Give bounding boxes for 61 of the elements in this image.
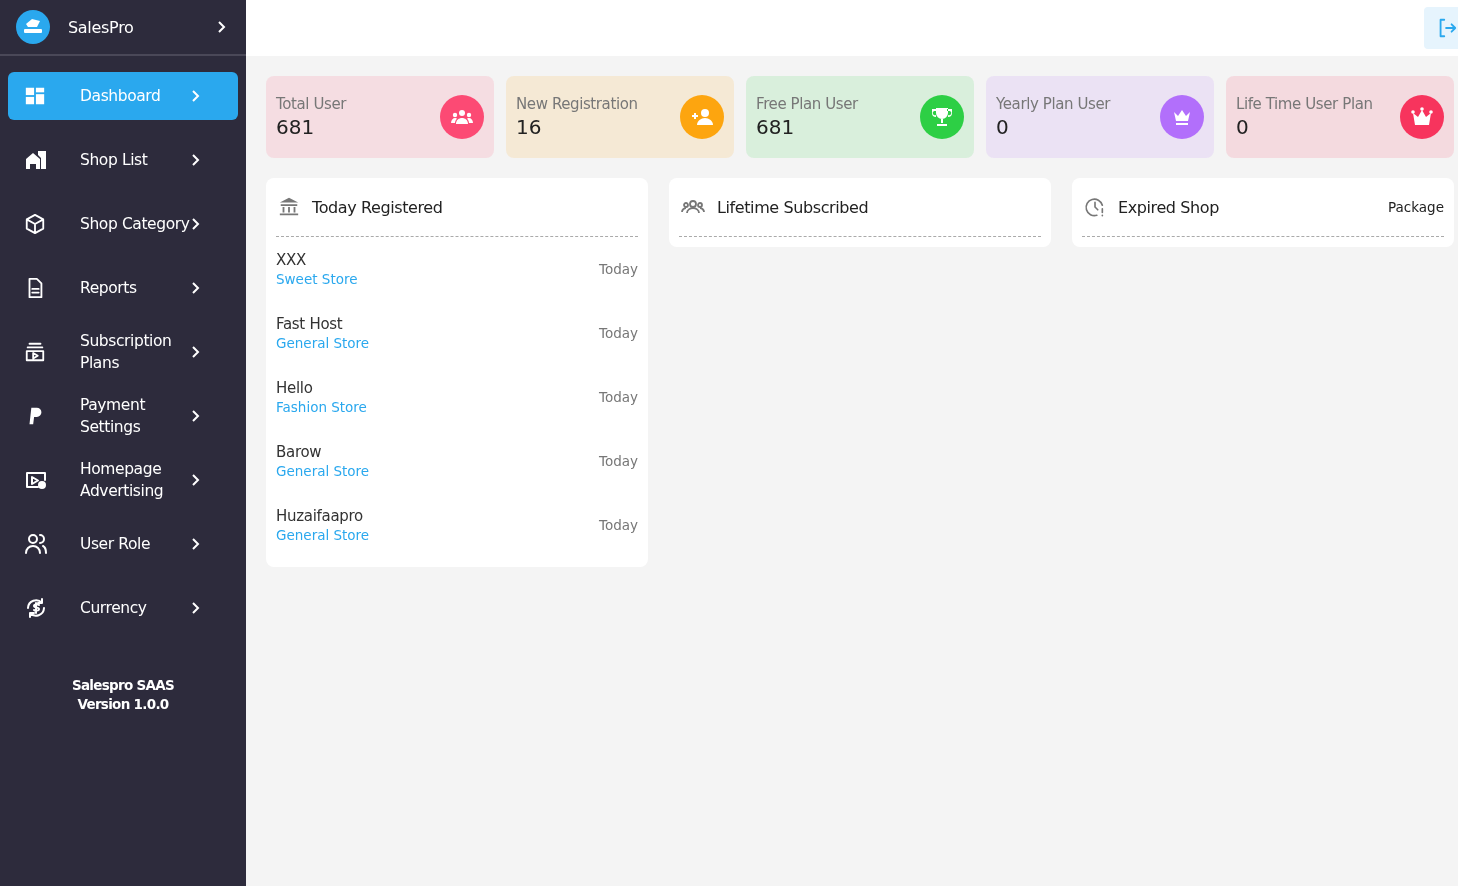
stat-label: New Registration <box>516 95 639 113</box>
shop-name: Huzaifaapro <box>276 507 364 525</box>
chevron-icon <box>190 473 200 487</box>
stat-value: 16 <box>516 115 543 139</box>
panel-title: Today Registered <box>312 197 444 217</box>
trophy-icon <box>930 105 954 129</box>
nav-item[interactable]: Homepage Advertising <box>8 456 238 504</box>
nav-item[interactable]: Payment Settings <box>8 392 238 440</box>
users-icon <box>24 532 48 556</box>
nav-item[interactable]: Currency <box>8 584 238 632</box>
chevron-icon <box>216 20 226 34</box>
dashboard-icon <box>24 85 46 107</box>
nav-item[interactable]: Shop Category <box>8 200 238 248</box>
shop-category: General Store <box>276 335 370 351</box>
shop-name: Hello <box>276 379 314 397</box>
currency-exchange-icon <box>24 596 48 620</box>
bank-icon <box>278 196 300 218</box>
chevron-icon <box>190 153 200 167</box>
chevron-icon <box>190 601 200 615</box>
nav-item[interactable]: Shop List <box>8 136 238 184</box>
brand-name: SalesPro <box>68 17 135 37</box>
shop-name: Fast Host <box>276 315 344 333</box>
panel-title: Lifetime Subscribed <box>717 197 870 217</box>
shop-category: General Store <box>276 527 370 543</box>
house-icon <box>24 148 48 172</box>
nav-item[interactable]: User Role <box>8 520 238 568</box>
chevron-icon <box>190 281 200 295</box>
stat-label: Free Plan User <box>756 95 860 113</box>
column-label: Package <box>1388 199 1444 215</box>
registered-date: Today <box>598 453 638 469</box>
stat-label: Yearly Plan User <box>996 95 1112 113</box>
logo-icon <box>16 10 50 44</box>
version-text: Version 1.0.0 <box>76 695 170 714</box>
chevron-icon <box>190 345 200 359</box>
shop-category: Sweet Store <box>276 271 358 287</box>
subscription-icon <box>24 341 46 363</box>
stat-value: 681 <box>276 115 316 139</box>
chevron-icon <box>190 409 200 423</box>
chevron-icon <box>190 89 200 103</box>
registered-date: Today <box>598 389 638 405</box>
shop-name: XXX <box>276 251 307 269</box>
registered-date: Today <box>598 517 638 533</box>
shop-name: Barow <box>276 443 323 461</box>
stat-label: Life Time User Plan <box>1236 95 1374 113</box>
logout-button[interactable] <box>1424 7 1458 49</box>
shop-category: General Store <box>276 463 370 479</box>
chevron-icon <box>190 537 200 551</box>
nav-item[interactable]: Reports <box>8 264 238 312</box>
stat-label: Total User <box>276 95 348 113</box>
product-name: Salespro SAAS <box>70 676 176 695</box>
registered-date: Today <box>598 261 638 277</box>
box-icon <box>24 213 46 235</box>
shop-category: Fashion Store <box>276 399 367 415</box>
panel-title: Expired Shop <box>1118 197 1220 217</box>
chevron-icon <box>190 217 200 231</box>
stat-value: 0 <box>1236 115 1250 139</box>
registered-date: Today <box>598 325 638 341</box>
stat-value: 0 <box>996 115 1010 139</box>
nav-item[interactable]: Subscription Plans <box>8 328 238 376</box>
clock-alert-icon <box>1084 196 1106 218</box>
stat-value: 681 <box>756 115 796 139</box>
